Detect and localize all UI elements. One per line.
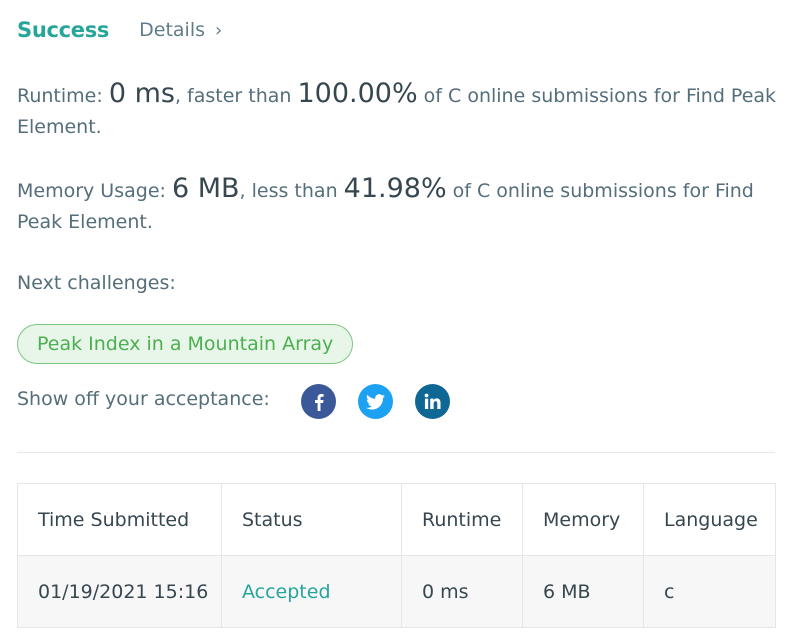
- status-accepted-link[interactable]: Accepted: [221, 555, 402, 628]
- language-cell: c: [643, 555, 776, 628]
- share-section: Show off your acceptance:: [17, 384, 450, 419]
- facebook-icon[interactable]: [301, 384, 336, 419]
- memory-value: 6 MB: [171, 173, 240, 204]
- memory-mid: , less than: [239, 180, 344, 202]
- twitter-icon[interactable]: [358, 384, 393, 419]
- share-label: Show off your acceptance:: [17, 388, 270, 410]
- memory-summary: Memory Usage: 6 MB, less than 41.98% of …: [17, 173, 777, 238]
- memory-cell: 6 MB: [522, 555, 644, 628]
- column-header: Memory: [522, 483, 644, 556]
- time-submitted-cell: 01/19/2021 15:16: [17, 555, 222, 628]
- submissions-table: Time Submitted Status Runtime Memory Lan…: [17, 483, 776, 628]
- next-challenges-label: Next challenges:: [17, 272, 176, 294]
- column-header: Status: [221, 483, 402, 556]
- runtime-value: 0 ms: [108, 78, 175, 109]
- challenge-pill[interactable]: Peak Index in a Mountain Array: [17, 324, 354, 364]
- runtime-label: Runtime:: [17, 85, 109, 107]
- section-divider: [17, 452, 775, 453]
- chevron-right-icon: ›: [215, 19, 223, 41]
- details-label: Details: [139, 19, 205, 41]
- runtime-mid: , faster than: [174, 85, 298, 107]
- memory-label: Memory Usage:: [17, 180, 172, 202]
- column-header: Language: [643, 483, 776, 556]
- runtime-percent: 100.00%: [297, 78, 418, 109]
- runtime-cell: 0 ms: [401, 555, 523, 628]
- table-row: 01/19/2021 15:16 Accepted 0 ms 6 MB c: [17, 555, 776, 628]
- table-header-row: Time Submitted Status Runtime Memory Lan…: [17, 483, 776, 556]
- column-header: Runtime: [401, 483, 523, 556]
- result-header: Success Details ›: [17, 18, 222, 42]
- column-header: Time Submitted: [17, 483, 222, 556]
- status-title: Success: [17, 18, 110, 42]
- memory-percent: 41.98%: [343, 173, 447, 204]
- runtime-summary: Runtime: 0 ms, faster than 100.00% of C …: [17, 78, 777, 143]
- linkedin-icon[interactable]: [415, 384, 450, 419]
- details-link[interactable]: Details ›: [139, 19, 222, 41]
